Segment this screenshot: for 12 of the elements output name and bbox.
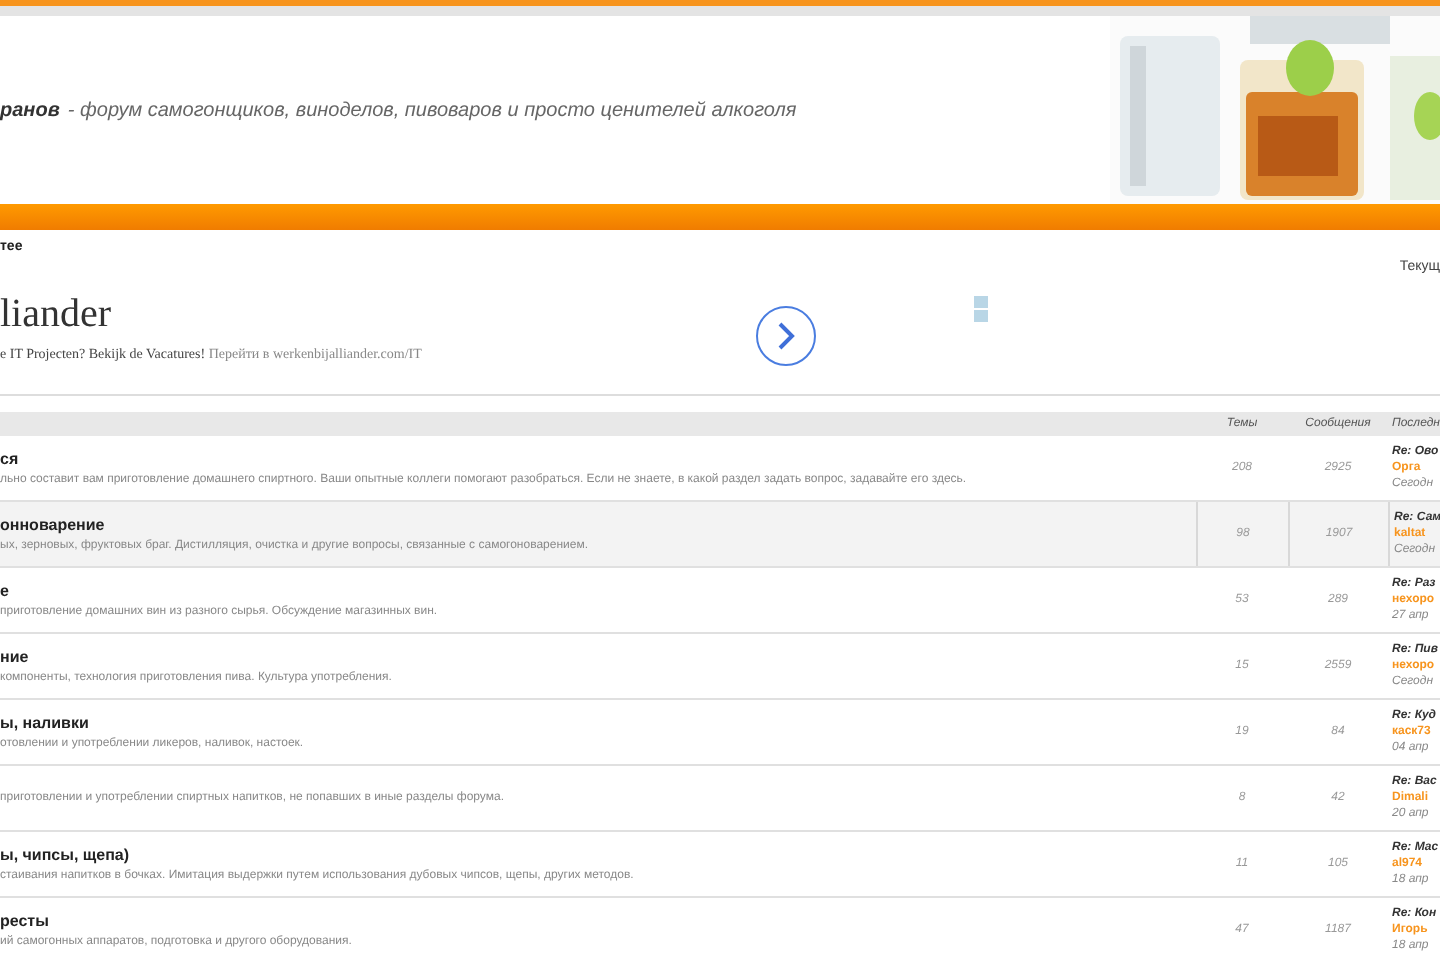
forum-title[interactable]: ресты <box>0 909 49 933</box>
site-name: ранов <box>0 97 60 125</box>
chevron-right-icon <box>776 322 796 350</box>
forum-title[interactable]: ы, чипсы, щепа) <box>0 843 130 867</box>
forum-title[interactable]: е <box>0 579 9 603</box>
forum-title[interactable]: ние <box>0 645 29 669</box>
forum-title[interactable]: ся <box>0 447 19 471</box>
ad-title[interactable]: liander <box>0 284 112 344</box>
forum-title[interactable]: онноварение <box>0 513 105 537</box>
forum-title[interactable]: ы, наливки <box>0 711 89 735</box>
next-button[interactable] <box>756 306 816 366</box>
site-tagline: - форум самогонщиков, виноделов, пивоваров и просто ценителей алкоголя <box>67 97 797 125</box>
